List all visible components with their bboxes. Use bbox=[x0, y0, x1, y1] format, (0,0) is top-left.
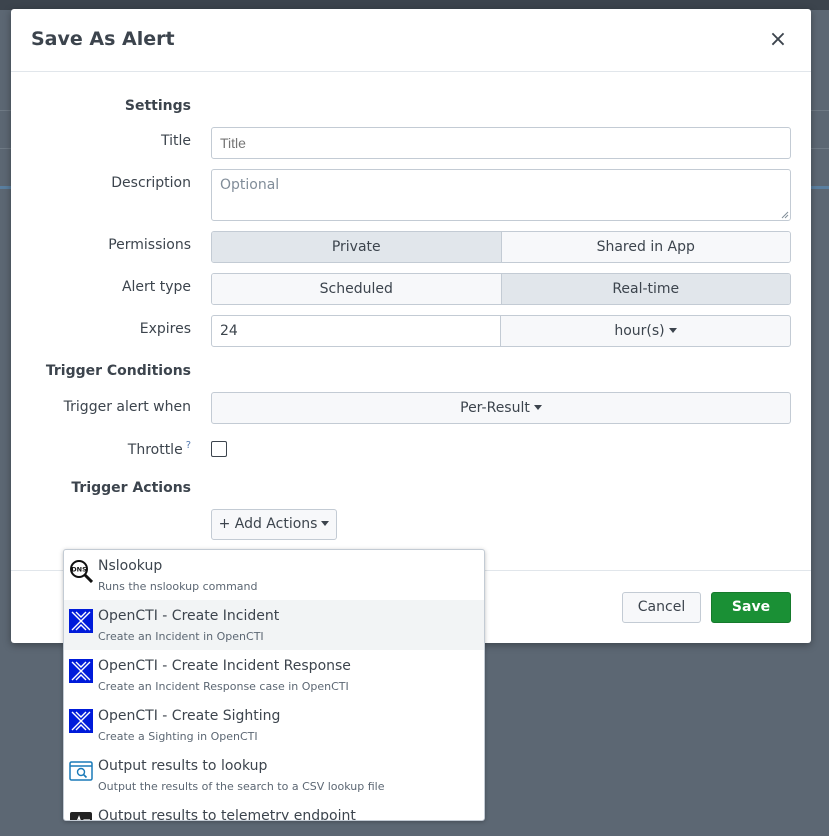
trigger-when-dropdown[interactable]: Per-Result bbox=[211, 392, 791, 424]
modal-title: Save As Alert bbox=[31, 28, 175, 50]
close-icon[interactable]: × bbox=[767, 29, 789, 51]
trigger-conditions-heading: Trigger Conditions bbox=[45, 363, 191, 379]
permissions-private-button[interactable]: Private bbox=[212, 232, 501, 262]
alert-type-label: Alert type bbox=[121, 279, 191, 295]
permissions-toggle: Private Shared in App bbox=[211, 231, 791, 263]
expires-label: Expires bbox=[139, 321, 191, 337]
opencti-icon bbox=[69, 709, 93, 733]
description-placeholder: Optional bbox=[220, 177, 280, 193]
action-item-opencti-create-incident-response[interactable]: OpenCTI - Create Incident Response Creat… bbox=[64, 650, 484, 700]
action-item-output-to-lookup[interactable]: Output results to lookup Output the resu… bbox=[64, 750, 484, 800]
throttle-label: Throttle bbox=[127, 442, 183, 458]
description-textarea[interactable]: Optional bbox=[211, 169, 791, 221]
caret-down-icon bbox=[321, 521, 330, 526]
opencti-icon bbox=[69, 609, 93, 633]
alert-type-realtime-button[interactable]: Real-time bbox=[500, 274, 790, 304]
action-item-name: OpenCTI - Create Sighting bbox=[98, 708, 281, 724]
action-item-description: Create an Incident Response case in Open… bbox=[98, 680, 349, 693]
trigger-actions-heading: Trigger Actions bbox=[71, 480, 191, 496]
action-item-nslookup[interactable]: DNS Nslookup Runs the nslookup command bbox=[64, 550, 484, 600]
throttle-checkbox[interactable] bbox=[211, 441, 227, 457]
action-item-description: Create an Incident in OpenCTI bbox=[98, 630, 264, 643]
save-button[interactable]: Save bbox=[711, 592, 791, 623]
telemetry-icon bbox=[70, 812, 92, 820]
opencti-icon bbox=[69, 659, 93, 683]
caret-down-icon bbox=[668, 328, 677, 333]
add-actions-label: + Add Actions bbox=[218, 516, 318, 532]
save-as-alert-modal: Save As Alert × Settings Title Descripti… bbox=[11, 9, 811, 643]
action-item-name: OpenCTI - Create Incident bbox=[98, 608, 280, 624]
modal-header: Save As Alert × bbox=[11, 9, 811, 72]
permissions-label: Permissions bbox=[108, 237, 191, 253]
action-item-name: Output results to lookup bbox=[98, 758, 268, 774]
throttle-label-wrap: Throttle? bbox=[11, 440, 191, 458]
action-item-description: Runs the nslookup command bbox=[98, 580, 258, 593]
action-item-output-to-telemetry[interactable]: Output results to telemetry endpoint bbox=[64, 800, 484, 821]
title-label: Title bbox=[160, 133, 191, 149]
alert-type-toggle: Scheduled Real-time bbox=[211, 273, 791, 305]
action-item-name: Nslookup bbox=[98, 558, 163, 574]
action-item-description: Output the results of the search to a CS… bbox=[98, 780, 385, 793]
expires-unit-dropdown[interactable]: hour(s) bbox=[500, 315, 791, 347]
dns-magnifier-icon: DNS bbox=[70, 560, 93, 583]
expires-unit-value: hour(s) bbox=[614, 323, 665, 339]
resize-handle-icon[interactable] bbox=[781, 211, 789, 219]
caret-down-icon bbox=[533, 405, 542, 410]
action-item-name: Output results to telemetry endpoint bbox=[98, 808, 356, 821]
action-item-opencti-create-sighting[interactable]: OpenCTI - Create Sighting Create a Sight… bbox=[64, 700, 484, 750]
add-actions-menu: DNS Nslookup Runs the nslookup command O… bbox=[63, 549, 485, 821]
help-icon[interactable]: ? bbox=[186, 440, 191, 451]
settings-heading: Settings bbox=[124, 98, 191, 114]
description-label: Description bbox=[111, 175, 191, 191]
cancel-button[interactable]: Cancel bbox=[622, 592, 701, 623]
alert-type-scheduled-button[interactable]: Scheduled bbox=[212, 274, 501, 304]
svg-text:DNS: DNS bbox=[71, 566, 87, 574]
add-actions-button[interactable]: + Add Actions bbox=[211, 509, 337, 540]
lookup-icon bbox=[69, 761, 93, 781]
expires-input[interactable]: 24 bbox=[211, 315, 501, 347]
trigger-when-label: Trigger alert when bbox=[63, 399, 191, 415]
action-item-opencti-create-incident[interactable]: OpenCTI - Create Incident Create an Inci… bbox=[64, 600, 484, 650]
action-item-description: Create a Sighting in OpenCTI bbox=[98, 730, 258, 743]
trigger-when-value: Per-Result bbox=[460, 400, 530, 416]
action-item-name: OpenCTI - Create Incident Response bbox=[98, 658, 351, 674]
permissions-shared-button[interactable]: Shared in App bbox=[500, 232, 790, 262]
title-input[interactable] bbox=[211, 127, 791, 159]
